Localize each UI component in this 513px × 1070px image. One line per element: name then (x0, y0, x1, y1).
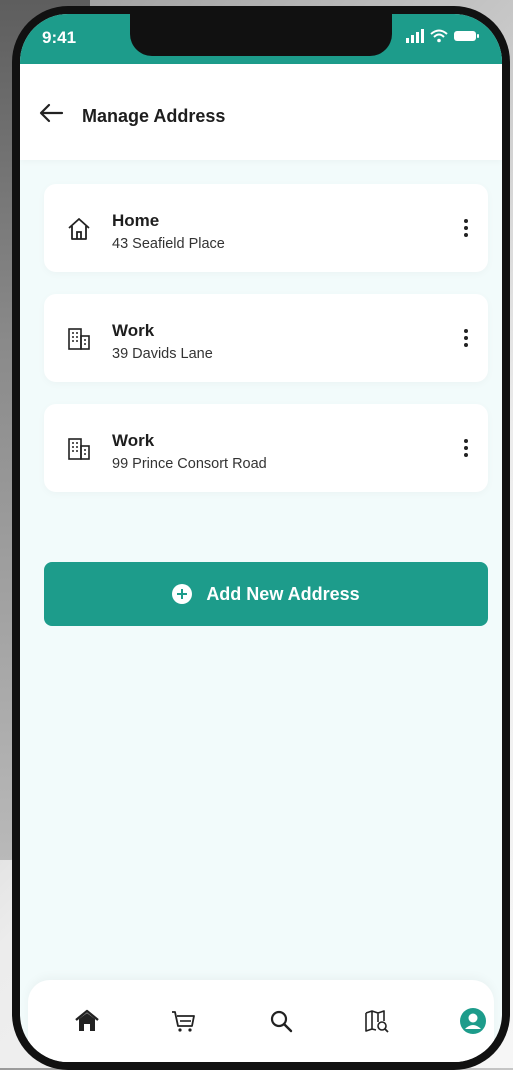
home-icon (75, 1009, 99, 1031)
status-bar: 9:41 (20, 14, 502, 64)
signal-icon (406, 29, 424, 43)
status-icons (406, 29, 479, 43)
address-text: 43 Seafield Place (112, 236, 225, 252)
address-label: Work (112, 431, 155, 450)
battery-icon (454, 31, 479, 41)
nav-cart[interactable] (168, 1006, 198, 1036)
plus-circle-icon (172, 584, 193, 604)
nav-search[interactable] (266, 1006, 296, 1036)
cart-icon (172, 1011, 195, 1032)
address-label: Work (112, 321, 155, 340)
map-search-icon (365, 1010, 389, 1033)
address-card-work[interactable]: Work 99 Prince Consort Road (44, 404, 488, 492)
building-icon (68, 438, 90, 460)
bottom-navigation (28, 980, 494, 1062)
home-icon (68, 218, 90, 240)
status-time: 9:41 (42, 28, 77, 47)
address-label: Home (112, 211, 160, 230)
add-new-address-label: Add New Address (206, 583, 360, 604)
address-text: 39 Davids Lane (112, 346, 213, 362)
address-text: 99 Prince Consort Road (112, 456, 267, 472)
app-bar: Manage Address (20, 64, 502, 160)
address-card-work[interactable]: Work 39 Davids Lane (44, 294, 488, 382)
more-options-icon[interactable] (462, 437, 470, 459)
wifi-icon (430, 29, 448, 43)
building-icon (68, 328, 90, 350)
nav-profile[interactable] (458, 1006, 488, 1036)
more-options-icon[interactable] (462, 327, 470, 349)
notch (130, 14, 392, 56)
address-card-home[interactable]: Home 43 Seafield Place (44, 184, 488, 272)
page-title: Manage Address (82, 106, 226, 126)
search-icon (270, 1010, 293, 1033)
more-options-icon[interactable] (462, 217, 470, 239)
profile-icon (460, 1008, 486, 1034)
nav-home[interactable] (72, 1006, 102, 1036)
arrow-left-icon[interactable] (38, 102, 64, 124)
app-screen: 9:41 Manage Address Home 43 Seafield Pla… (20, 14, 502, 1062)
add-new-address-button[interactable]: Add New Address (44, 562, 488, 626)
phone-frame: 9:41 Manage Address Home 43 Seafield Pla… (12, 6, 510, 1070)
nav-map[interactable] (362, 1006, 392, 1036)
